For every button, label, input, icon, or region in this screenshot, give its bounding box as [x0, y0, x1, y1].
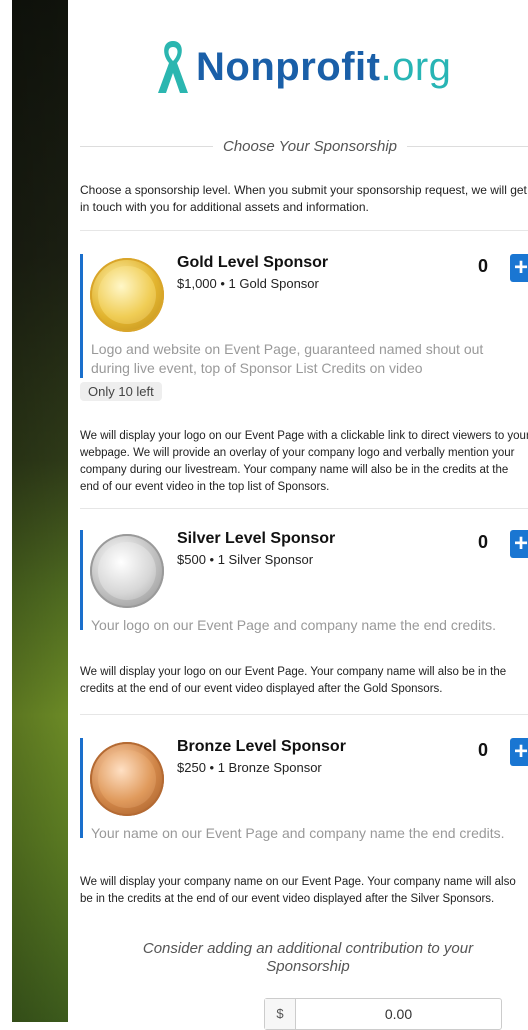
quantity-value: 0 — [478, 740, 489, 760]
quantity-value: 0 — [478, 532, 489, 552]
sponsor-description: Your name on our Event Page and company … — [91, 825, 505, 841]
sponsor-card-gold: Gold Level Sponsor $1,000 • 1 Gold Spons… — [80, 254, 528, 378]
brand-logo: Nonprofit.org — [154, 32, 451, 102]
add-gold-button[interactable]: + — [510, 254, 528, 282]
accent-bar — [80, 254, 83, 378]
quantity-value: 0 — [478, 256, 489, 276]
sponsor-details: We will display your company name on our… — [80, 876, 516, 905]
sponsor-description: Your logo on our Event Page and company … — [91, 617, 496, 633]
contribution-prompt: Consider adding an additional contributi… — [142, 940, 474, 975]
section-title: Choose Your Sponsorship — [223, 138, 398, 155]
currency-symbol: $ — [265, 999, 296, 1029]
contribution-amount-input[interactable]: 0.00 — [296, 1006, 501, 1022]
section-heading: Choose Your Sponsorship — [80, 138, 528, 155]
sponsor-name: Gold Level Sponsor — [177, 254, 329, 271]
left-margin — [0, 0, 12, 1022]
sponsorship-panel: Nonprofit.org Choose Your Sponsorship Ch… — [68, 0, 528, 1030]
sponsor-card-silver: Silver Level Sponsor $500 • 1 Silver Spo… — [80, 530, 528, 633]
contribution-amount-field[interactable]: $ 0.00 — [264, 998, 502, 1030]
add-bronze-button[interactable]: + — [510, 738, 528, 766]
sponsor-description: Logo and website on Event Page, guarante… — [91, 341, 484, 376]
divider — [80, 230, 528, 231]
intro-text: Choose a sponsorship level. When you sub… — [80, 183, 527, 214]
bronze-medal-icon — [90, 742, 164, 816]
silver-medal-icon — [90, 534, 164, 608]
accent-bar — [80, 738, 83, 838]
availability-badge: Only 10 left — [80, 382, 162, 401]
divider — [80, 714, 528, 715]
sponsor-name: Silver Level Sponsor — [177, 530, 336, 547]
background-photo — [12, 0, 68, 1022]
sponsor-details: We will display your logo on our Event P… — [80, 666, 507, 695]
awareness-ribbon-icon — [158, 41, 188, 93]
brand-name: Nonprofit.org — [196, 44, 452, 89]
sponsor-details: We will display your logo on our Event P… — [80, 430, 528, 493]
accent-bar — [80, 530, 83, 630]
add-silver-button[interactable]: + — [510, 530, 528, 558]
gold-medal-icon — [90, 258, 164, 332]
sponsor-name: Bronze Level Sponsor — [177, 738, 346, 755]
sponsor-card-bronze: Bronze Level Sponsor $250 • 1 Bronze Spo… — [80, 738, 528, 841]
sponsor-price: $500 • 1 Silver Sponsor — [177, 552, 314, 567]
sponsor-price: $1,000 • 1 Gold Sponsor — [177, 276, 319, 291]
divider — [80, 508, 528, 509]
sponsor-price: $250 • 1 Bronze Sponsor — [177, 760, 322, 775]
